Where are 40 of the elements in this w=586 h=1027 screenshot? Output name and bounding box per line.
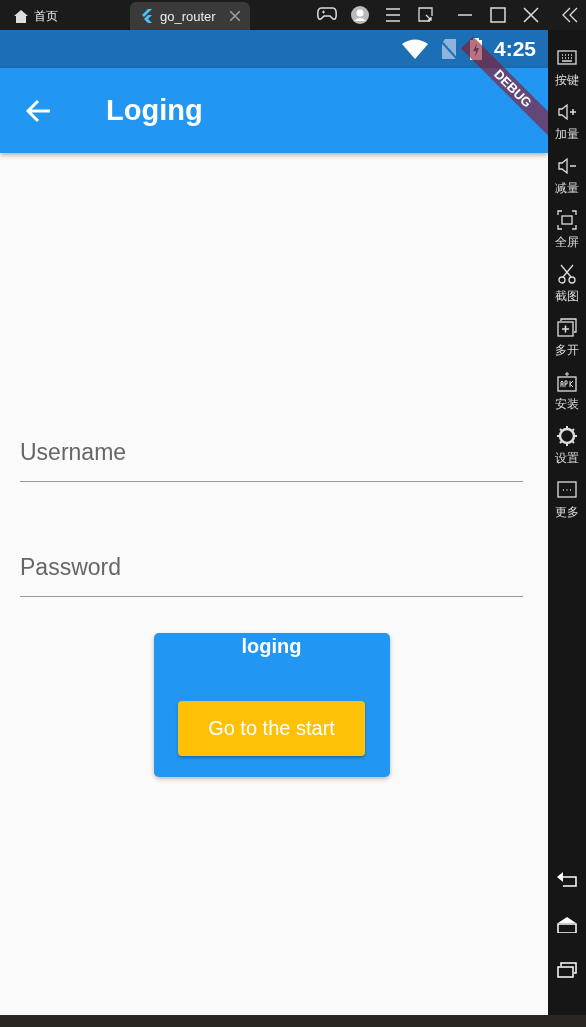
- close-icon[interactable]: [521, 5, 541, 25]
- home-icon[interactable]: [557, 917, 577, 933]
- toolbar-label[interactable]: 全屏: [555, 234, 579, 251]
- tab[interactable]: 首页: [0, 2, 130, 30]
- settings-icon[interactable]: [557, 426, 577, 446]
- fullscreen-icon[interactable]: [557, 210, 577, 230]
- wifi-icon: [401, 39, 428, 59]
- flutter-logo-icon: [140, 9, 154, 23]
- more-icon[interactable]: [557, 480, 577, 500]
- input-field[interactable]: Username: [20, 410, 523, 482]
- toolbar-label[interactable]: 设置: [555, 450, 579, 467]
- no-sim-icon: [439, 38, 458, 60]
- toolbar-label[interactable]: 减量: [555, 180, 579, 197]
- input-field[interactable]: Password: [20, 525, 523, 597]
- recent-apps-icon[interactable]: [557, 962, 577, 978]
- back-icon[interactable]: [557, 872, 577, 888]
- toolbar-label[interactable]: 更多: [555, 504, 579, 521]
- status-time: 4:25: [493, 37, 536, 61]
- volume-down-icon[interactable]: [557, 156, 577, 176]
- avatar-icon[interactable]: [350, 5, 370, 25]
- card-title: loging: [241, 635, 302, 658]
- toolbar-label[interactable]: 按键: [555, 72, 579, 89]
- back-arrow-icon[interactable]: [25, 98, 51, 123]
- multi-window-icon[interactable]: [557, 318, 577, 338]
- volume-up-icon[interactable]: [557, 102, 577, 122]
- app-bar-title: Loging: [106, 94, 203, 127]
- toolbar-label[interactable]: 多开: [555, 342, 579, 359]
- apk-icon[interactable]: [557, 372, 577, 392]
- keyboard-icon[interactable]: [557, 48, 577, 68]
- battery-icon: [469, 38, 482, 60]
- collapse-icon[interactable]: [560, 5, 580, 25]
- toolbar-label[interactable]: 加量: [555, 126, 579, 143]
- toolbar-label[interactable]: 截图: [555, 288, 579, 305]
- maximize-icon[interactable]: [488, 5, 508, 25]
- tab[interactable]: go_router: [130, 2, 250, 30]
- resize-icon[interactable]: [416, 5, 436, 25]
- menu-icon[interactable]: [383, 5, 403, 25]
- scissors-icon[interactable]: [557, 264, 577, 284]
- toolbar-label[interactable]: 安装: [555, 396, 579, 413]
- home-icon: [14, 9, 28, 23]
